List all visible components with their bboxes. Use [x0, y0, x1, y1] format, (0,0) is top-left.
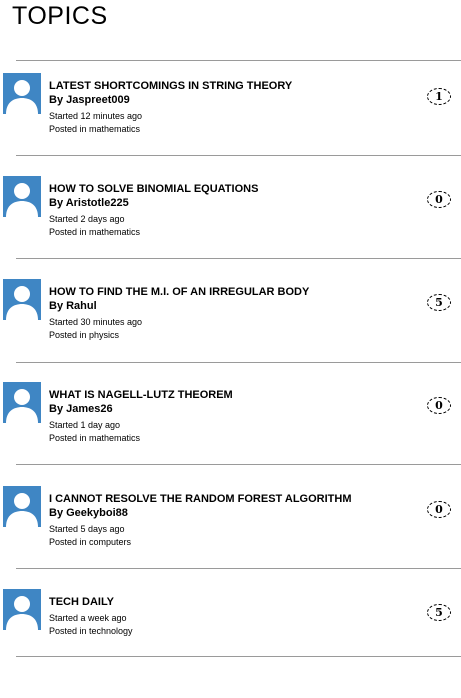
topic-item[interactable]: I CANNOT RESOLVE THE RANDOM FOREST ALGOR…: [0, 486, 461, 566]
topic-started: Started 1 day ago: [49, 420, 121, 430]
topic-category: Posted in mathematics: [49, 433, 141, 443]
topic-title[interactable]: HOW TO SOLVE BINOMIAL EQUATIONS: [49, 183, 258, 195]
avatar: [3, 589, 41, 630]
user-avatar-icon: [6, 493, 38, 527]
topic-category: Posted in computers: [49, 537, 132, 547]
user-avatar-icon: [6, 183, 38, 217]
topic-item[interactable]: HOW TO FIND THE M.I. OF AN IRREGULAR BOD…: [0, 279, 461, 359]
divider: [16, 155, 461, 156]
avatar: [3, 382, 41, 423]
topic-started: Started 5 days ago: [49, 524, 125, 534]
user-avatar-icon: [6, 389, 38, 423]
avatar: [3, 279, 41, 320]
topic-started: Started 2 days ago: [49, 214, 125, 224]
user-avatar-icon: [6, 286, 38, 320]
topic-title[interactable]: TECH DAILY: [49, 596, 114, 608]
topic-author[interactable]: By Rahul: [49, 300, 97, 312]
reply-count-badge: 0: [427, 397, 451, 414]
topic-title[interactable]: WHAT IS NAGELL-LUTZ THEOREM: [49, 389, 233, 401]
divider: [16, 464, 461, 465]
topic-author[interactable]: By Jaspreet009: [49, 94, 130, 106]
topic-title[interactable]: HOW TO FIND THE M.I. OF AN IRREGULAR BOD…: [49, 286, 309, 298]
reply-count-badge: 0: [427, 501, 451, 518]
topic-category: Posted in mathematics: [49, 227, 141, 237]
topic-item[interactable]: WHAT IS NAGELL-LUTZ THEOREM By James26 S…: [0, 382, 461, 462]
topic-started: Started 30 minutes ago: [49, 317, 143, 327]
user-avatar-icon: [6, 80, 38, 114]
reply-count-badge: 1: [427, 88, 451, 105]
divider: [16, 258, 461, 259]
reply-count-badge: 5: [427, 294, 451, 311]
reply-count-badge: 0: [427, 191, 451, 208]
topic-started: Started a week ago: [49, 613, 127, 623]
avatar: [3, 176, 41, 217]
topic-item[interactable]: TECH DAILY Started a week ago Posted in …: [0, 589, 461, 669]
topic-category: Posted in mathematics: [49, 124, 141, 134]
topic-title[interactable]: I CANNOT RESOLVE THE RANDOM FOREST ALGOR…: [49, 493, 352, 505]
topic-author[interactable]: By Aristotle225: [49, 197, 129, 209]
avatar: [3, 73, 41, 114]
topic-category: Posted in physics: [49, 330, 120, 340]
page-title: TOPICS: [12, 2, 108, 30]
topic-started: Started 12 minutes ago: [49, 111, 143, 121]
topic-category: Posted in technology: [49, 626, 133, 636]
reply-count-badge: 5: [427, 604, 451, 621]
avatar: [3, 486, 41, 527]
topic-author[interactable]: By James26: [49, 403, 113, 415]
topic-item[interactable]: LATEST SHORTCOMINGS IN STRING THEORY By …: [0, 73, 461, 153]
divider: [16, 60, 461, 61]
topic-title[interactable]: LATEST SHORTCOMINGS IN STRING THEORY: [49, 80, 292, 92]
user-avatar-icon: [6, 596, 38, 630]
divider: [16, 656, 461, 657]
topic-item[interactable]: HOW TO SOLVE BINOMIAL EQUATIONS By Arist…: [0, 176, 461, 256]
topic-author[interactable]: By Geekyboi88: [49, 507, 128, 519]
divider: [16, 362, 461, 363]
divider: [16, 568, 461, 569]
